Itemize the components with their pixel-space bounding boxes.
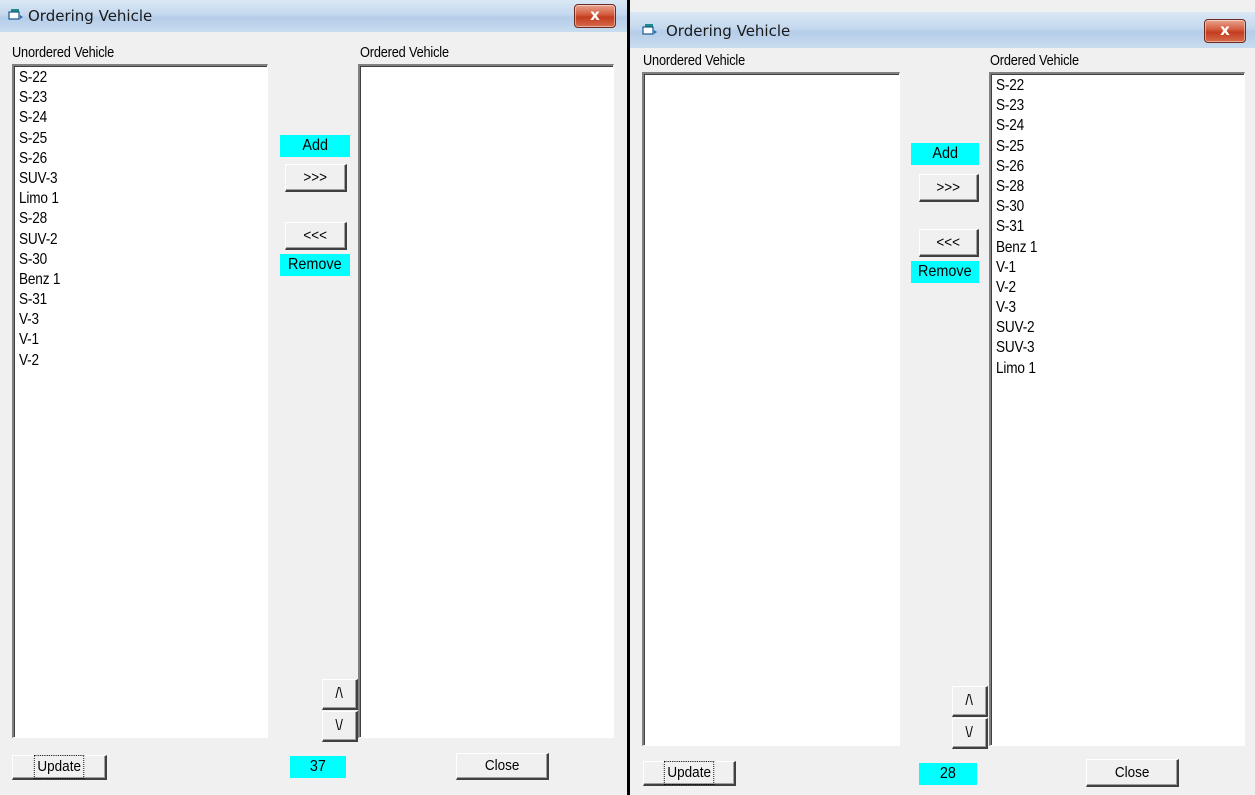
ordering-vehicle-window-left: Ordering Vehicle x Unordered Vehicle Ord… [0, 0, 627, 795]
remove-label: Remove [280, 254, 350, 276]
unordered-vehicle-items [644, 74, 899, 76]
list-item[interactable]: S-28 [19, 209, 230, 229]
title-bar[interactable]: Ordering Vehicle x [630, 12, 1255, 48]
unordered-vehicle-label: Unordered Vehicle [643, 52, 746, 69]
list-item[interactable]: S-22 [996, 76, 1207, 96]
ordering-vehicle-window-right: Ordering Vehicle x Unordered Vehicle Ord… [630, 0, 1255, 795]
list-item[interactable]: V-1 [996, 258, 1207, 278]
list-item[interactable]: S-24 [19, 108, 230, 128]
list-item[interactable]: S-25 [996, 137, 1207, 157]
unordered-vehicle-list[interactable] [642, 72, 900, 746]
ordered-vehicle-items: S-22 S-23 S-24 S-25 S-26 S-28 S-30 S-31 Benz 1 V-… [991, 74, 1244, 379]
list-item[interactable]: S-24 [996, 116, 1207, 136]
move-down-button[interactable]: \/ [322, 711, 358, 742]
list-item[interactable]: S-26 [996, 157, 1207, 177]
unordered-vehicle-list[interactable]: S-22 S-23 S-24 S-25 S-26 SUV-3 Limo 1 S-28 SUV-2… [12, 64, 268, 738]
add-label: Add [280, 135, 350, 157]
move-up-button[interactable]: /\ [952, 686, 988, 717]
add-label: Add [911, 143, 979, 165]
list-item[interactable]: SUV-3 [996, 338, 1207, 358]
unordered-vehicle-items: S-22 S-23 S-24 S-25 S-26 SUV-3 Limo 1 S-28 SUV-2… [14, 66, 267, 371]
ordered-vehicle-list[interactable]: S-22 S-23 S-24 S-25 S-26 S-28 S-30 S-31 Benz 1 V-… [989, 72, 1245, 746]
list-item[interactable]: S-26 [19, 149, 230, 169]
unordered-vehicle-label: Unordered Vehicle [12, 44, 115, 61]
add-button[interactable]: >>> [919, 174, 979, 202]
add-button[interactable]: >>> [285, 164, 347, 192]
list-item[interactable]: SUV-3 [19, 169, 230, 189]
ordered-vehicle-label: Ordered Vehicle [360, 44, 449, 61]
close-glyph: x [590, 6, 600, 24]
list-item[interactable]: SUV-2 [996, 318, 1207, 338]
close-button[interactable]: Close [1086, 759, 1179, 787]
close-glyph: x [1220, 21, 1230, 39]
close-button[interactable]: Close [456, 753, 549, 780]
window-title: Ordering Vehicle [666, 22, 791, 40]
list-item[interactable]: V-2 [996, 278, 1207, 298]
window-app-icon [642, 24, 657, 35]
list-item[interactable]: Limo 1 [996, 359, 1207, 379]
list-item[interactable]: SUV-2 [19, 230, 230, 250]
update-button[interactable]: Update [643, 761, 736, 786]
list-item[interactable]: S-30 [19, 250, 230, 270]
list-item[interactable]: V-2 [19, 351, 230, 371]
list-item[interactable]: V-1 [19, 330, 230, 350]
ordered-vehicle-list[interactable] [358, 64, 614, 738]
list-item[interactable]: S-28 [996, 177, 1207, 197]
count-display: 28 [919, 763, 977, 785]
move-up-button[interactable]: /\ [322, 679, 358, 710]
list-item[interactable]: Benz 1 [996, 238, 1207, 258]
list-item[interactable]: S-31 [996, 217, 1207, 237]
close-icon[interactable]: x [574, 4, 616, 28]
update-button[interactable]: Update [12, 755, 107, 780]
list-item[interactable]: Benz 1 [19, 270, 230, 290]
ordered-vehicle-items [360, 66, 613, 68]
count-display: 37 [290, 756, 346, 778]
list-item[interactable]: Limo 1 [19, 189, 230, 209]
ordered-vehicle-label: Ordered Vehicle [990, 52, 1079, 69]
title-bar[interactable]: Ordering Vehicle x [0, 0, 627, 32]
window-title: Ordering Vehicle [28, 7, 153, 25]
list-item[interactable]: V-3 [19, 310, 230, 330]
list-item[interactable]: V-3 [996, 298, 1207, 318]
remove-button[interactable]: <<< [285, 222, 347, 250]
window-app-icon [8, 9, 23, 20]
list-item[interactable]: S-23 [996, 96, 1207, 116]
list-item[interactable]: S-22 [19, 68, 230, 88]
list-item[interactable]: S-31 [19, 290, 230, 310]
list-item[interactable]: S-30 [996, 197, 1207, 217]
remove-button[interactable]: <<< [919, 229, 979, 257]
close-icon[interactable]: x [1204, 19, 1246, 43]
remove-label: Remove [911, 261, 979, 283]
move-down-button[interactable]: \/ [952, 718, 988, 749]
list-item[interactable]: S-25 [19, 129, 230, 149]
list-item[interactable]: S-23 [19, 88, 230, 108]
